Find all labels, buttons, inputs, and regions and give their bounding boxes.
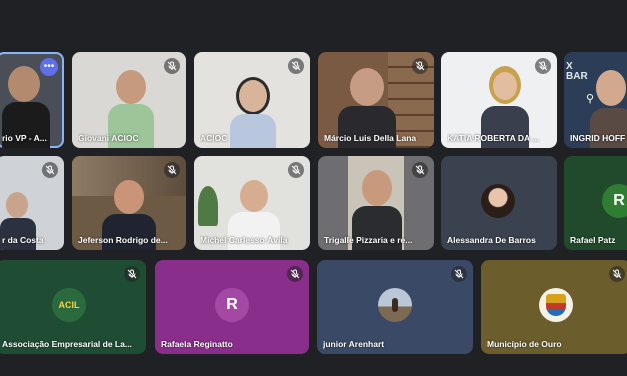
mic-off-icon [164, 58, 180, 74]
acil-logo-text: ACIL [58, 300, 80, 310]
mic-off-icon [412, 162, 428, 178]
mic-off-icon [451, 266, 467, 282]
pin-icon[interactable]: ⚲ [586, 92, 600, 106]
participant-tile-rio-vp[interactable]: ••• rio VP - A... [0, 52, 64, 148]
participant-name: junior Arenhart [323, 339, 385, 349]
participant-tile-acioc[interactable]: ACIOC [194, 52, 310, 148]
avatar: R [602, 184, 627, 218]
avatar [378, 288, 412, 322]
participant-name: Município de Ouro [487, 339, 562, 349]
participant-tile-rafaela[interactable]: R Rafaela Reginatto [155, 260, 309, 354]
mic-off-icon [42, 162, 58, 178]
participant-name: Giovani ACIOC [78, 133, 139, 143]
participant-name: ACIOC [200, 133, 228, 143]
participant-name: r da Costa [2, 235, 44, 245]
participant-tile-rafael[interactable]: R Rafael Patz [564, 156, 627, 250]
participant-name: KATIA ROBERTA DA ... [447, 133, 540, 143]
participant-name: Márcio Luis Della Lana [324, 133, 417, 143]
participant-tile-katia[interactable]: KATIA ROBERTA DA ... [441, 52, 557, 148]
mic-off-icon [288, 162, 304, 178]
background-sign: X BAR [566, 61, 588, 82]
participant-tile-ingrid[interactable]: X BAR ⚲ INGRID HOFF [564, 52, 627, 148]
participant-tile-marcio[interactable]: Márcio Luis Della Lana [318, 52, 434, 148]
participant-name: Trigalle Pizzaria e re... [324, 235, 413, 245]
plant-background [198, 186, 218, 226]
mic-off-icon [164, 162, 180, 178]
participant-tile-junior[interactable]: junior Arenhart [317, 260, 473, 354]
mic-off-icon [124, 266, 140, 282]
avatar [539, 288, 573, 322]
participant-tile-michel[interactable]: Michel Carlesso Ávila [194, 156, 310, 250]
participant-name: Jeferson Rodrigo de... [78, 235, 168, 245]
participant-name: Alessandra De Barros [447, 235, 536, 245]
avatar: ACIL [52, 288, 86, 322]
participant-name: Michel Carlesso Ávila [200, 235, 288, 245]
participant-tile-acil[interactable]: ACIL Associação Empresarial de La... [0, 260, 146, 354]
coat-of-arms-icon [546, 294, 566, 316]
participant-tile-trigalle[interactable]: Trigalle Pizzaria e re... [318, 156, 434, 250]
participant-name: INGRID HOFF [570, 133, 626, 143]
participant-name: rio VP - A... [2, 133, 47, 143]
avatar [481, 184, 515, 218]
participant-tile-alessandra[interactable]: Alessandra De Barros [441, 156, 557, 250]
participant-tile-municipio[interactable]: Município de Ouro [481, 260, 627, 354]
participant-name: Associação Empresarial de La... [2, 339, 132, 349]
participant-name: Rafael Patz [570, 235, 616, 245]
mic-off-icon [288, 58, 304, 74]
participant-tile-jeferson[interactable]: Jeferson Rodrigo de... [72, 156, 186, 250]
participant-tile-costa[interactable]: r da Costa [0, 156, 64, 250]
participant-tile-giovani[interactable]: Giovani ACIOC [72, 52, 186, 148]
more-options-icon[interactable]: ••• [40, 58, 58, 76]
participant-name: Rafaela Reginatto [161, 339, 233, 349]
mic-off-icon [535, 58, 551, 74]
avatar: R [215, 288, 249, 322]
mic-off-icon [412, 58, 428, 74]
mic-off-icon [609, 266, 625, 282]
mic-off-icon [287, 266, 303, 282]
